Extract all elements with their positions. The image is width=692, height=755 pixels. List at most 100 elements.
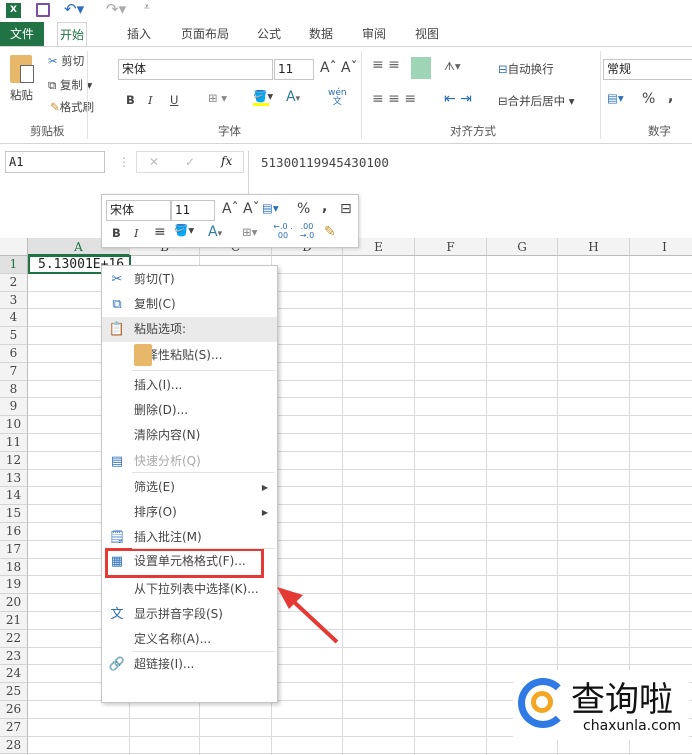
row-header-5[interactable]: 5	[0, 327, 28, 345]
context-menu-item[interactable]: 🗒 插入批注(M)	[102, 525, 277, 550]
row-header-8[interactable]: 8	[0, 380, 28, 399]
mini-merge-icon[interactable]: ⊟	[340, 201, 352, 217]
row-header-20[interactable]: 20	[0, 594, 28, 612]
mini-comma-button[interactable]: ,	[322, 199, 327, 215]
row-header-25[interactable]: 25	[0, 683, 28, 701]
align-bottom-icon[interactable]	[411, 57, 431, 79]
context-menu-item[interactable]: 删除(D)...	[102, 398, 277, 423]
number-format-select[interactable]: 常规	[603, 59, 692, 80]
context-menu-item[interactable]: 筛选(E) ▶	[102, 475, 277, 500]
phonetic-icon[interactable]: wén 文	[328, 89, 347, 107]
mini-fill-color-icon[interactable]: 🪣▾	[174, 223, 194, 237]
column-header-F[interactable]: F	[415, 238, 487, 256]
tab-file[interactable]: 文件	[0, 22, 44, 46]
save-icon[interactable]	[36, 3, 50, 17]
context-menu-item[interactable]: 排序(O) ▶	[102, 500, 277, 525]
context-menu-item[interactable]: ✂ 剪切(T)	[102, 267, 277, 292]
mini-italic-button[interactable]: I	[134, 226, 139, 240]
tab-page-layout[interactable]: 页面布局	[178, 22, 232, 46]
context-menu-item[interactable]: 从下拉列表中选择(K)...	[102, 577, 277, 602]
paste-button[interactable]: 粘贴	[10, 87, 33, 103]
row-header-1[interactable]: 1	[0, 256, 28, 274]
row-header-4[interactable]: 4	[0, 309, 28, 328]
align-top-icon[interactable]: ≡ ≡	[372, 57, 400, 73]
context-menu-item[interactable]: 🔗 超链接(I)...	[102, 652, 277, 677]
context-menu-item[interactable]: 插入(I)...	[102, 373, 277, 398]
orientation-icon[interactable]: ᗑ▾	[444, 59, 461, 74]
context-menu-item[interactable]: 定义名称(A)...	[102, 627, 277, 652]
mini-decrease-decimal-icon[interactable]: .00 →.0	[296, 222, 318, 240]
row-header-15[interactable]: 15	[0, 505, 28, 523]
font-name-select[interactable]: 宋体	[118, 59, 273, 80]
redo-icon[interactable]: ↷▾	[106, 0, 126, 18]
enter-icon[interactable]: ✓	[185, 153, 195, 171]
column-header-G[interactable]: G	[487, 238, 558, 256]
insert-function-icon[interactable]: fx	[221, 152, 232, 170]
mini-font-name[interactable]: 宋体	[106, 200, 171, 221]
row-header-3[interactable]: 3	[0, 291, 28, 310]
row-header-6[interactable]: 6	[0, 345, 28, 363]
row-header-23[interactable]: 23	[0, 647, 28, 666]
mini-border-icon[interactable]: ⊞▾	[242, 225, 257, 239]
mini-font-color-icon[interactable]: A▾	[208, 224, 222, 240]
merge-center-button[interactable]: ⊟合并后居中 ▾	[498, 93, 575, 109]
row-header-21[interactable]: 21	[0, 612, 28, 630]
mini-percent-button[interactable]: %	[297, 201, 310, 217]
row-header-22[interactable]: 22	[0, 629, 28, 648]
bold-button[interactable]: B	[126, 93, 135, 107]
row-header-14[interactable]: 14	[0, 487, 28, 506]
row-header-10[interactable]: 10	[0, 416, 28, 434]
undo-icon[interactable]: ↶▾	[64, 0, 84, 18]
copy-button[interactable]: ⧉ 复制 ▾	[48, 77, 92, 93]
font-size-select[interactable]: 11	[274, 59, 314, 80]
context-menu-item[interactable]: 清除内容(N)	[102, 423, 277, 448]
mini-font-size[interactable]: 11	[171, 200, 215, 221]
row-header-18[interactable]: 18	[0, 558, 28, 577]
column-header-I[interactable]: I	[630, 238, 692, 256]
name-box[interactable]: A1	[5, 151, 105, 173]
row-header-16[interactable]: 16	[0, 523, 28, 541]
accounting-icon[interactable]: ▤▾	[607, 91, 624, 105]
context-menu-item[interactable]: 选择性粘贴(S)...	[102, 343, 277, 368]
border-icon[interactable]: ⊞ ▾	[208, 91, 227, 105]
mini-bold-button[interactable]: B	[112, 226, 121, 240]
wrap-text-button[interactable]: ⊟自动换行	[498, 61, 554, 77]
row-header-11[interactable]: 11	[0, 434, 28, 452]
row-header-26[interactable]: 26	[0, 701, 28, 719]
mini-format-painter-icon[interactable]: ✎	[324, 224, 336, 240]
italic-button[interactable]: I	[148, 93, 153, 107]
context-menu-item[interactable]: 文显示拼音字段(S)	[102, 602, 277, 627]
comma-button[interactable]: ,	[668, 89, 673, 105]
customize-icon[interactable]: ⩡	[144, 2, 150, 13]
mini-center-icon[interactable]: ≡	[154, 224, 166, 240]
row-header-27[interactable]: 27	[0, 718, 28, 737]
cut-button[interactable]: ✂ 剪切	[48, 53, 84, 69]
tab-formulas[interactable]: 公式	[254, 22, 284, 46]
context-menu-item[interactable]: ▦ 设置单元格格式(F)...	[102, 548, 277, 578]
tab-review[interactable]: 审阅	[359, 22, 389, 46]
align-left-center-right-icons[interactable]: ≡ ≡ ≡	[372, 91, 416, 107]
row-header-7[interactable]: 7	[0, 362, 28, 381]
select-all-button[interactable]	[0, 238, 28, 256]
row-header-2[interactable]: 2	[0, 273, 28, 292]
fill-color-icon[interactable]: 🪣▾	[253, 89, 273, 106]
row-header-13[interactable]: 13	[0, 469, 28, 488]
grow-font-icon[interactable]: Aˆ Aˇ	[320, 60, 358, 76]
tab-insert[interactable]: 插入	[124, 22, 154, 46]
mini-accounting-icon[interactable]: ▤▾	[262, 201, 279, 215]
mini-increase-decimal-icon[interactable]: ←.0 .00	[272, 222, 294, 240]
row-header-24[interactable]: 24	[0, 665, 28, 684]
tab-home[interactable]: 开始	[57, 22, 87, 46]
row-header-28[interactable]: 28	[0, 736, 28, 755]
cancel-icon[interactable]: ✕	[149, 153, 159, 171]
percent-button[interactable]: %	[642, 91, 655, 107]
row-header-17[interactable]: 17	[0, 540, 28, 559]
row-header-9[interactable]: 9	[0, 398, 28, 417]
font-color-icon[interactable]: A▾	[286, 89, 300, 105]
context-menu-item[interactable]: ⧉ 复制(C)	[102, 292, 277, 317]
row-header-19[interactable]: 19	[0, 576, 28, 595]
tab-view[interactable]: 视图	[412, 22, 442, 46]
indent-icons[interactable]: ⇤ ⇥	[444, 91, 472, 107]
context-menu-item[interactable]: ▤ 快速分析(Q)	[102, 449, 277, 474]
mini-grow-shrink-font-icon[interactable]: Aˆ Aˇ	[222, 201, 260, 217]
